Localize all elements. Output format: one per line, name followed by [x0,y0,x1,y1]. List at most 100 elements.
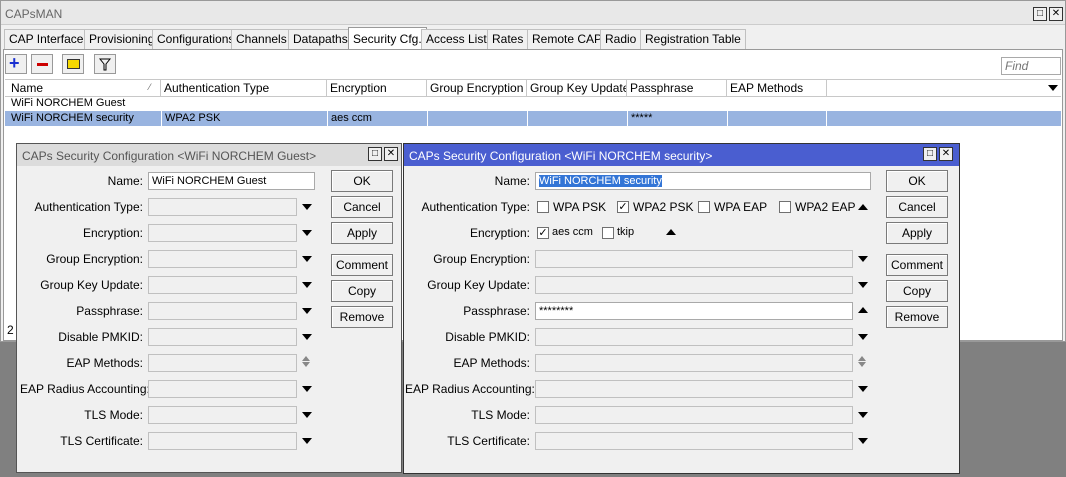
tab-datapaths[interactable]: Datapaths [288,29,353,49]
comment-button[interactable]: Comment [886,254,948,276]
col-passphrase[interactable]: Passphrase [627,80,727,96]
encryption-select[interactable] [148,224,297,242]
passphrase-field[interactable]: ******** [535,302,853,320]
disable-pmkid-select[interactable] [535,328,853,346]
col-auth-type[interactable]: Authentication Type [161,80,327,96]
checkbox-wpa2-eap[interactable] [779,201,791,213]
eap-methods-select[interactable] [535,354,853,372]
checkbox-wpa-psk[interactable] [537,201,549,213]
col-encryption[interactable]: Encryption [327,80,427,96]
tls-mode-select[interactable] [535,406,853,424]
group-key-update-field[interactable] [148,276,297,294]
tab-radio[interactable]: Radio [600,29,642,49]
dropdown-icon[interactable] [858,386,868,392]
dropdown-icon[interactable] [302,308,312,314]
label-auth-type: Authentication Type: [34,200,143,214]
label-disable-pmkid: Disable PMKID: [445,330,530,344]
tab-remote-cap[interactable]: Remote CAP [527,29,608,49]
remove-button[interactable]: Remove [331,306,393,328]
cancel-button[interactable]: Cancel [886,196,948,218]
apply-button[interactable]: Apply [886,222,948,244]
copy-button[interactable]: Copy [331,280,393,302]
remove-button[interactable]: Remove [886,306,948,328]
tab-cap-interface[interactable]: CAP Interface [4,29,89,49]
filter-button[interactable] [94,54,116,74]
label-disable-pmkid: Disable PMKID: [58,330,143,344]
tab-rates[interactable]: Rates [487,29,529,49]
name-field[interactable]: WiFi NORCHEM Guest [148,172,315,190]
dropdown-icon[interactable] [302,334,312,340]
group-key-update-field[interactable] [535,276,853,294]
maximize-button[interactable]: □ [923,147,937,161]
tab-configurations[interactable]: Configurations [152,29,240,49]
dropdown-icon[interactable] [302,282,312,288]
apply-button[interactable]: Apply [331,222,393,244]
tls-certificate-select[interactable] [148,432,297,450]
cell-enc: aes ccm [327,111,427,126]
eap-radius-accounting-select[interactable] [148,380,297,398]
tab-channels[interactable]: Channels [231,29,292,49]
up-down-icon[interactable] [302,356,311,368]
maximize-button[interactable]: □ [1033,7,1047,21]
dropdown-icon[interactable] [302,412,312,418]
eap-methods-select[interactable] [148,354,297,372]
label-eap-radius-accounting: EAP Radius Accounting: [20,382,150,396]
collapse-icon[interactable] [858,204,868,210]
checkbox-wpa2-psk[interactable]: ✓ [617,201,629,213]
group-encryption-select[interactable] [535,250,853,268]
group-encryption-select[interactable] [148,250,297,268]
close-button[interactable]: ✕ [1049,7,1063,21]
dropdown-icon[interactable] [858,334,868,340]
column-menu-icon[interactable] [1048,85,1058,91]
comment-button[interactable]: Comment [331,254,393,276]
comment-button[interactable] [62,54,84,74]
passphrase-field[interactable] [148,302,297,320]
add-button[interactable]: + [5,53,27,74]
cell-eap [727,111,827,126]
dropdown-icon[interactable] [302,230,312,236]
dropdown-icon[interactable] [858,412,868,418]
name-field[interactable]: WiFi NORCHEM security [535,172,871,190]
close-button[interactable]: ✕ [939,147,953,161]
copy-button[interactable]: Copy [886,280,948,302]
label-passphrase: Passphrase: [76,304,143,318]
auth-type-select[interactable] [148,198,297,216]
up-down-icon[interactable] [858,356,867,368]
disable-pmkid-select[interactable] [148,328,297,346]
remove-button[interactable] [31,54,53,74]
tab-registration-table[interactable]: Registration Table [640,29,746,49]
col-group-key-update[interactable]: Group Key Update [527,80,627,96]
tab-provisioning[interactable]: Provisioning [84,29,160,49]
dropdown-icon[interactable] [858,256,868,262]
dropdown-icon[interactable] [302,386,312,392]
label-encryption: Encryption: [82,226,143,240]
ok-button[interactable]: OK [331,170,393,192]
checkbox-tkip[interactable] [602,227,614,239]
col-group-encryption[interactable]: Group Encryption [427,80,527,96]
dropdown-icon[interactable] [858,438,868,444]
maximize-button[interactable]: □ [368,147,382,161]
label-group-encryption: Group Encryption: [46,252,143,266]
eap-radius-accounting-select[interactable] [535,380,853,398]
table-row-selected[interactable]: WiFi NORCHEM security WPA2 PSK aes ccm *… [5,111,1061,126]
cancel-button[interactable]: Cancel [331,196,393,218]
collapse-icon[interactable] [666,229,676,235]
tls-certificate-select[interactable] [535,432,853,450]
checkbox-wpa-eap[interactable] [698,201,710,213]
dropdown-icon[interactable] [302,256,312,262]
ok-button[interactable]: OK [886,170,948,192]
tab-security-cfg[interactable]: Security Cfg. [348,27,427,49]
find-input[interactable] [1001,57,1061,75]
dropdown-icon[interactable] [302,204,312,210]
table-row[interactable]: WiFi NORCHEM Guest [5,96,1061,111]
wpa2-psk-label: WPA2 PSK [633,200,694,214]
close-button[interactable]: ✕ [384,147,398,161]
tab-access-list[interactable]: Access List [421,29,492,49]
checkbox-aes-ccm[interactable]: ✓ [537,227,549,239]
tls-mode-select[interactable] [148,406,297,424]
dropdown-icon[interactable] [302,438,312,444]
col-name[interactable]: Name [8,80,161,96]
col-eap-methods[interactable]: EAP Methods [727,80,827,96]
collapse-icon[interactable] [858,307,868,313]
dropdown-icon[interactable] [858,282,868,288]
